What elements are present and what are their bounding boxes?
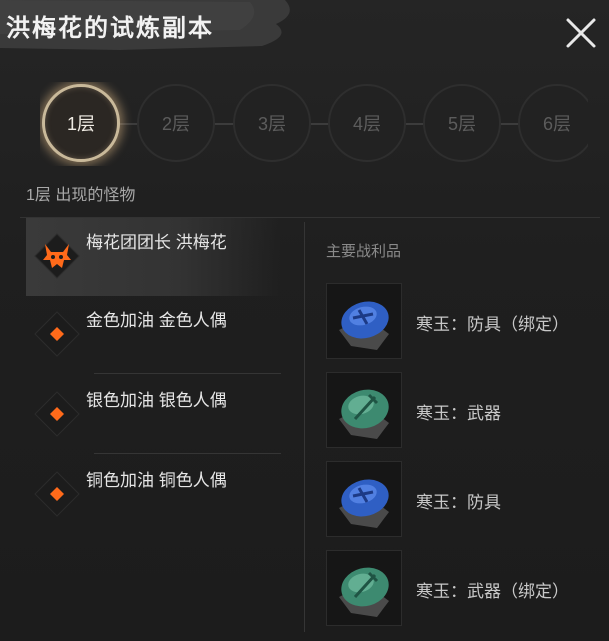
title-banner: 洪梅花的试炼副本: [0, 0, 300, 52]
diamond-marker-icon: [34, 391, 80, 437]
loot-name: 寒玉：武器: [416, 404, 501, 423]
boss-demon-icon: [34, 233, 80, 279]
loot-name: 寒玉：防具: [416, 493, 501, 512]
close-button[interactable]: [560, 12, 602, 54]
floor-tab-1[interactable]: 1层: [42, 84, 120, 162]
column-divider: [304, 222, 305, 632]
close-icon: [566, 18, 596, 48]
loot-item[interactable]: 寒玉：防具: [326, 461, 596, 539]
loot-item[interactable]: 寒玉：武器（绑定）: [326, 550, 596, 628]
loot-name: 寒玉：武器（绑定）: [416, 582, 569, 601]
loot-name: 寒玉：防具（绑定）: [416, 315, 569, 334]
monster-item[interactable]: 银色加油 银色人偶: [26, 376, 281, 454]
dungeon-title: 洪梅花的试炼副本: [6, 13, 214, 42]
loot-section-title: 主要战利品: [326, 243, 402, 260]
floor-tab-5[interactable]: 5层: [423, 84, 501, 162]
monster-item[interactable]: 铜色加油 铜色人偶: [26, 456, 281, 534]
green-jade-icon: [339, 389, 389, 439]
floor-tab-4[interactable]: 4层: [328, 84, 406, 162]
diamond-marker-icon: [34, 471, 80, 517]
item-slot: [326, 550, 402, 626]
floor-tab-6[interactable]: 6层: [518, 84, 588, 162]
item-slot: [326, 461, 402, 537]
blue-jade-icon: [339, 479, 389, 528]
floor-tab-2[interactable]: 2层: [137, 84, 215, 162]
loot-item[interactable]: 寒玉：武器: [326, 372, 596, 450]
item-slot: [326, 372, 402, 448]
diamond-marker-icon: [34, 311, 80, 357]
monster-name: 银色加油 银色人偶: [86, 391, 227, 410]
floor-monster-caption: 1层 出现的怪物: [26, 187, 136, 204]
row-divider: [94, 373, 281, 374]
row-divider: [94, 453, 281, 454]
monster-name: 金色加油 金色人偶: [86, 311, 227, 330]
floor-tab-3[interactable]: 3层: [233, 84, 311, 162]
monster-item-boss[interactable]: 梅花团团长 洪梅花: [26, 218, 281, 296]
item-slot: [326, 283, 402, 359]
monster-item[interactable]: 金色加油 金色人偶: [26, 296, 281, 374]
dungeon-info-panel: 洪梅花的试炼副本 1层 2层 3层 4层 5层 6层 1层 出现的怪物 梅花团团…: [0, 0, 609, 641]
monster-name: 铜色加油 铜色人偶: [86, 471, 227, 490]
monster-name: 梅花团团长 洪梅花: [86, 233, 227, 252]
blue-jade-icon: [339, 301, 389, 350]
floor-selector: 1层 2层 3层 4层 5层 6层: [40, 82, 588, 166]
green-jade-icon: [339, 567, 389, 617]
loot-item[interactable]: 寒玉：防具（绑定）: [326, 283, 596, 361]
